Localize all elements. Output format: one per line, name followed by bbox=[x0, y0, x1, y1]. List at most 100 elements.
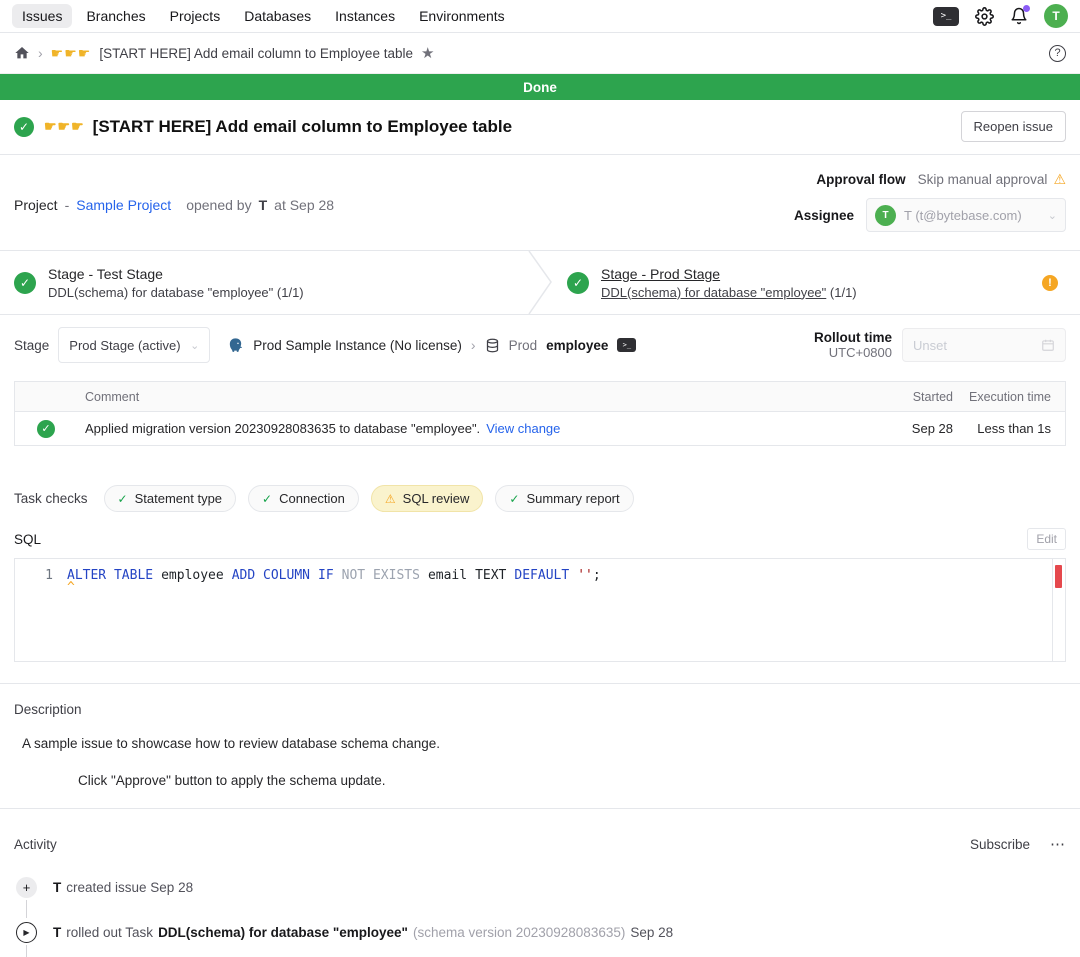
home-icon[interactable] bbox=[14, 45, 30, 61]
stage-subtitle[interactable]: DDL(schema) for database "employee" (1/1… bbox=[601, 285, 857, 300]
assignee-row: Assignee T T (t@bytebase.com) ⌄ bbox=[794, 198, 1066, 232]
task-checks: Task checks ✓ Statement type ✓ Connectio… bbox=[0, 446, 1080, 512]
check-warning-icon: ⚠ bbox=[385, 492, 396, 506]
editor-scrollbar[interactable] bbox=[1052, 559, 1065, 661]
star-icon[interactable]: ★ bbox=[421, 44, 434, 62]
issue-done-check-icon: ✓ bbox=[14, 117, 34, 137]
chevron-down-icon: ⌄ bbox=[190, 339, 199, 352]
subscribe-button[interactable]: Subscribe bbox=[970, 837, 1030, 852]
approval-flow-value: Skip manual approval ⚠ bbox=[918, 171, 1066, 188]
project-label: Project bbox=[14, 197, 58, 213]
check-success-icon: ✓ bbox=[118, 492, 128, 506]
reopen-issue-button[interactable]: Reopen issue bbox=[961, 111, 1067, 142]
stage-alert-icon: ! bbox=[1042, 275, 1058, 291]
check-badge-statement-type[interactable]: ✓ Statement type bbox=[104, 485, 237, 512]
description-label: Description bbox=[14, 702, 1066, 717]
stage-select-label: Stage bbox=[14, 338, 49, 353]
stage-separator-chevron bbox=[527, 251, 553, 314]
help-icon[interactable]: ? bbox=[1049, 45, 1066, 62]
stage-title: Stage - Test Stage bbox=[48, 266, 304, 282]
open-sql-editor-icon[interactable]: >_ bbox=[617, 338, 636, 352]
plus-icon: + bbox=[16, 877, 37, 898]
activity-item-rollout: ▶ T rolled out Task DDL(schema) for data… bbox=[14, 922, 1066, 943]
table-header: Comment Started Execution time bbox=[15, 382, 1065, 412]
nav-tab-issues[interactable]: Issues bbox=[12, 4, 72, 28]
rollout-time-input[interactable] bbox=[913, 338, 1041, 353]
stage-strip: ✓ Stage - Test Stage DDL(schema) for dat… bbox=[0, 250, 1080, 315]
breadcrumb-issue-title[interactable]: [START HERE] Add email column to Employe… bbox=[99, 46, 413, 61]
nav-tab-databases[interactable]: Databases bbox=[234, 4, 321, 28]
sql-section-header: SQL Edit bbox=[0, 512, 1080, 556]
calendar-icon bbox=[1041, 338, 1055, 352]
dash: - bbox=[65, 197, 70, 213]
stage-card-test[interactable]: ✓ Stage - Test Stage DDL(schema) for dat… bbox=[0, 251, 527, 314]
issue-title: ☛☛☛ [START HERE] Add email column to Emp… bbox=[44, 117, 512, 137]
nav-tab-environments[interactable]: Environments bbox=[409, 4, 515, 28]
check-badge-connection[interactable]: ✓ Connection bbox=[248, 485, 359, 512]
notification-dot bbox=[1023, 5, 1030, 12]
check-success-icon: ✓ bbox=[509, 492, 519, 506]
pointer-emojis: ☛☛☛ bbox=[51, 45, 92, 62]
line-number: 1 bbox=[15, 568, 53, 583]
meta-right: Approval flow Skip manual approval ⚠ Ass… bbox=[794, 171, 1066, 232]
nav-tab-instances[interactable]: Instances bbox=[325, 4, 405, 28]
stage-select[interactable]: Prod Stage (active) ⌄ bbox=[58, 327, 210, 363]
table-row: ✓ Applied migration version 202309280836… bbox=[15, 412, 1065, 445]
play-icon: ▶ bbox=[16, 922, 37, 943]
sql-edit-button[interactable]: Edit bbox=[1027, 528, 1066, 550]
project-link[interactable]: Sample Project bbox=[76, 197, 171, 213]
sql-editor-icon[interactable]: >_ bbox=[933, 7, 959, 26]
project-line: Project - Sample Project opened by T at … bbox=[14, 171, 334, 232]
sql-label: SQL bbox=[14, 532, 41, 547]
stage-card-body: Stage - Test Stage DDL(schema) for datab… bbox=[48, 266, 304, 300]
task-execution-time: Less than 1s bbox=[953, 421, 1065, 436]
notifications-bell-icon[interactable] bbox=[1010, 7, 1028, 25]
assignee-select[interactable]: T T (t@bytebase.com) ⌄ bbox=[866, 198, 1066, 232]
check-badge-sql-review[interactable]: ⚠ SQL review bbox=[371, 485, 483, 512]
stage-check-icon: ✓ bbox=[567, 272, 589, 294]
breadcrumb: › ☛☛☛ [START HERE] Add email column to E… bbox=[0, 33, 1080, 74]
status-banner: Done bbox=[0, 74, 1080, 100]
stage-card-body: Stage - Prod Stage DDL(schema) for datab… bbox=[601, 266, 857, 300]
stage-bar-left: Stage Prod Stage (active) ⌄ Prod Sample … bbox=[14, 327, 636, 363]
nav-tabs: Issues Branches Projects Databases Insta… bbox=[12, 4, 515, 28]
database-icon bbox=[485, 338, 500, 353]
col-execution-time: Execution time bbox=[953, 390, 1065, 404]
view-change-link[interactable]: View change bbox=[486, 421, 560, 436]
sql-editor[interactable]: 1 ALTER TABLEemployeeADD COLUMNIFNOT EXI… bbox=[14, 558, 1066, 662]
stage-card-prod[interactable]: ✓ Stage - Prod Stage DDL(schema) for dat… bbox=[553, 251, 1080, 314]
description-line: A sample issue to showcase how to review… bbox=[22, 736, 1066, 751]
assignee-avatar: T bbox=[875, 205, 896, 226]
nav-right: >_ T bbox=[933, 4, 1068, 28]
check-badge-summary-report[interactable]: ✓ Summary report bbox=[495, 485, 633, 512]
pointer-emojis: ☛☛☛ bbox=[44, 118, 85, 135]
nav-tab-projects[interactable]: Projects bbox=[160, 4, 231, 28]
approval-flow-label: Approval flow bbox=[816, 172, 905, 187]
col-comment: Comment bbox=[85, 390, 873, 404]
rollout-time-input-wrap bbox=[902, 328, 1066, 362]
activity-meta: (schema version 20230928083635) bbox=[413, 925, 625, 940]
nav-tab-branches[interactable]: Branches bbox=[76, 4, 155, 28]
settings-gear-icon[interactable] bbox=[975, 7, 994, 26]
chevron-right-icon: › bbox=[471, 337, 476, 353]
db-name[interactable]: employee bbox=[546, 338, 608, 353]
top-nav: Issues Branches Projects Databases Insta… bbox=[0, 0, 1080, 33]
opened-by-label: opened by bbox=[186, 197, 251, 213]
issue-header: ✓ ☛☛☛ [START HERE] Add email column to E… bbox=[0, 100, 1080, 155]
rollout-time-group: Rollout time UTC+0800 bbox=[814, 328, 1066, 362]
postgres-icon bbox=[227, 337, 244, 354]
more-options-icon[interactable]: ⋯ bbox=[1050, 835, 1066, 853]
stage-title[interactable]: Stage - Prod Stage bbox=[601, 266, 857, 282]
activity-header: Activity Subscribe ⋯ bbox=[14, 835, 1066, 853]
assignee-label: Assignee bbox=[794, 208, 854, 223]
activity-date: Sep 28 bbox=[630, 925, 673, 940]
activity-item-created: + T created issue Sep 28 bbox=[14, 877, 1066, 898]
activity-text: created issue Sep 28 bbox=[66, 880, 193, 895]
stage-bar: Stage Prod Stage (active) ⌄ Prod Sample … bbox=[0, 315, 1080, 375]
issue-meta: Project - Sample Project opened by T at … bbox=[0, 155, 1080, 250]
timezone: UTC+0800 bbox=[814, 345, 892, 360]
avatar[interactable]: T bbox=[1044, 4, 1068, 28]
check-success-icon: ✓ bbox=[262, 492, 272, 506]
activity-actor: T bbox=[53, 925, 61, 940]
chevron-down-icon: ⌄ bbox=[1048, 209, 1057, 222]
